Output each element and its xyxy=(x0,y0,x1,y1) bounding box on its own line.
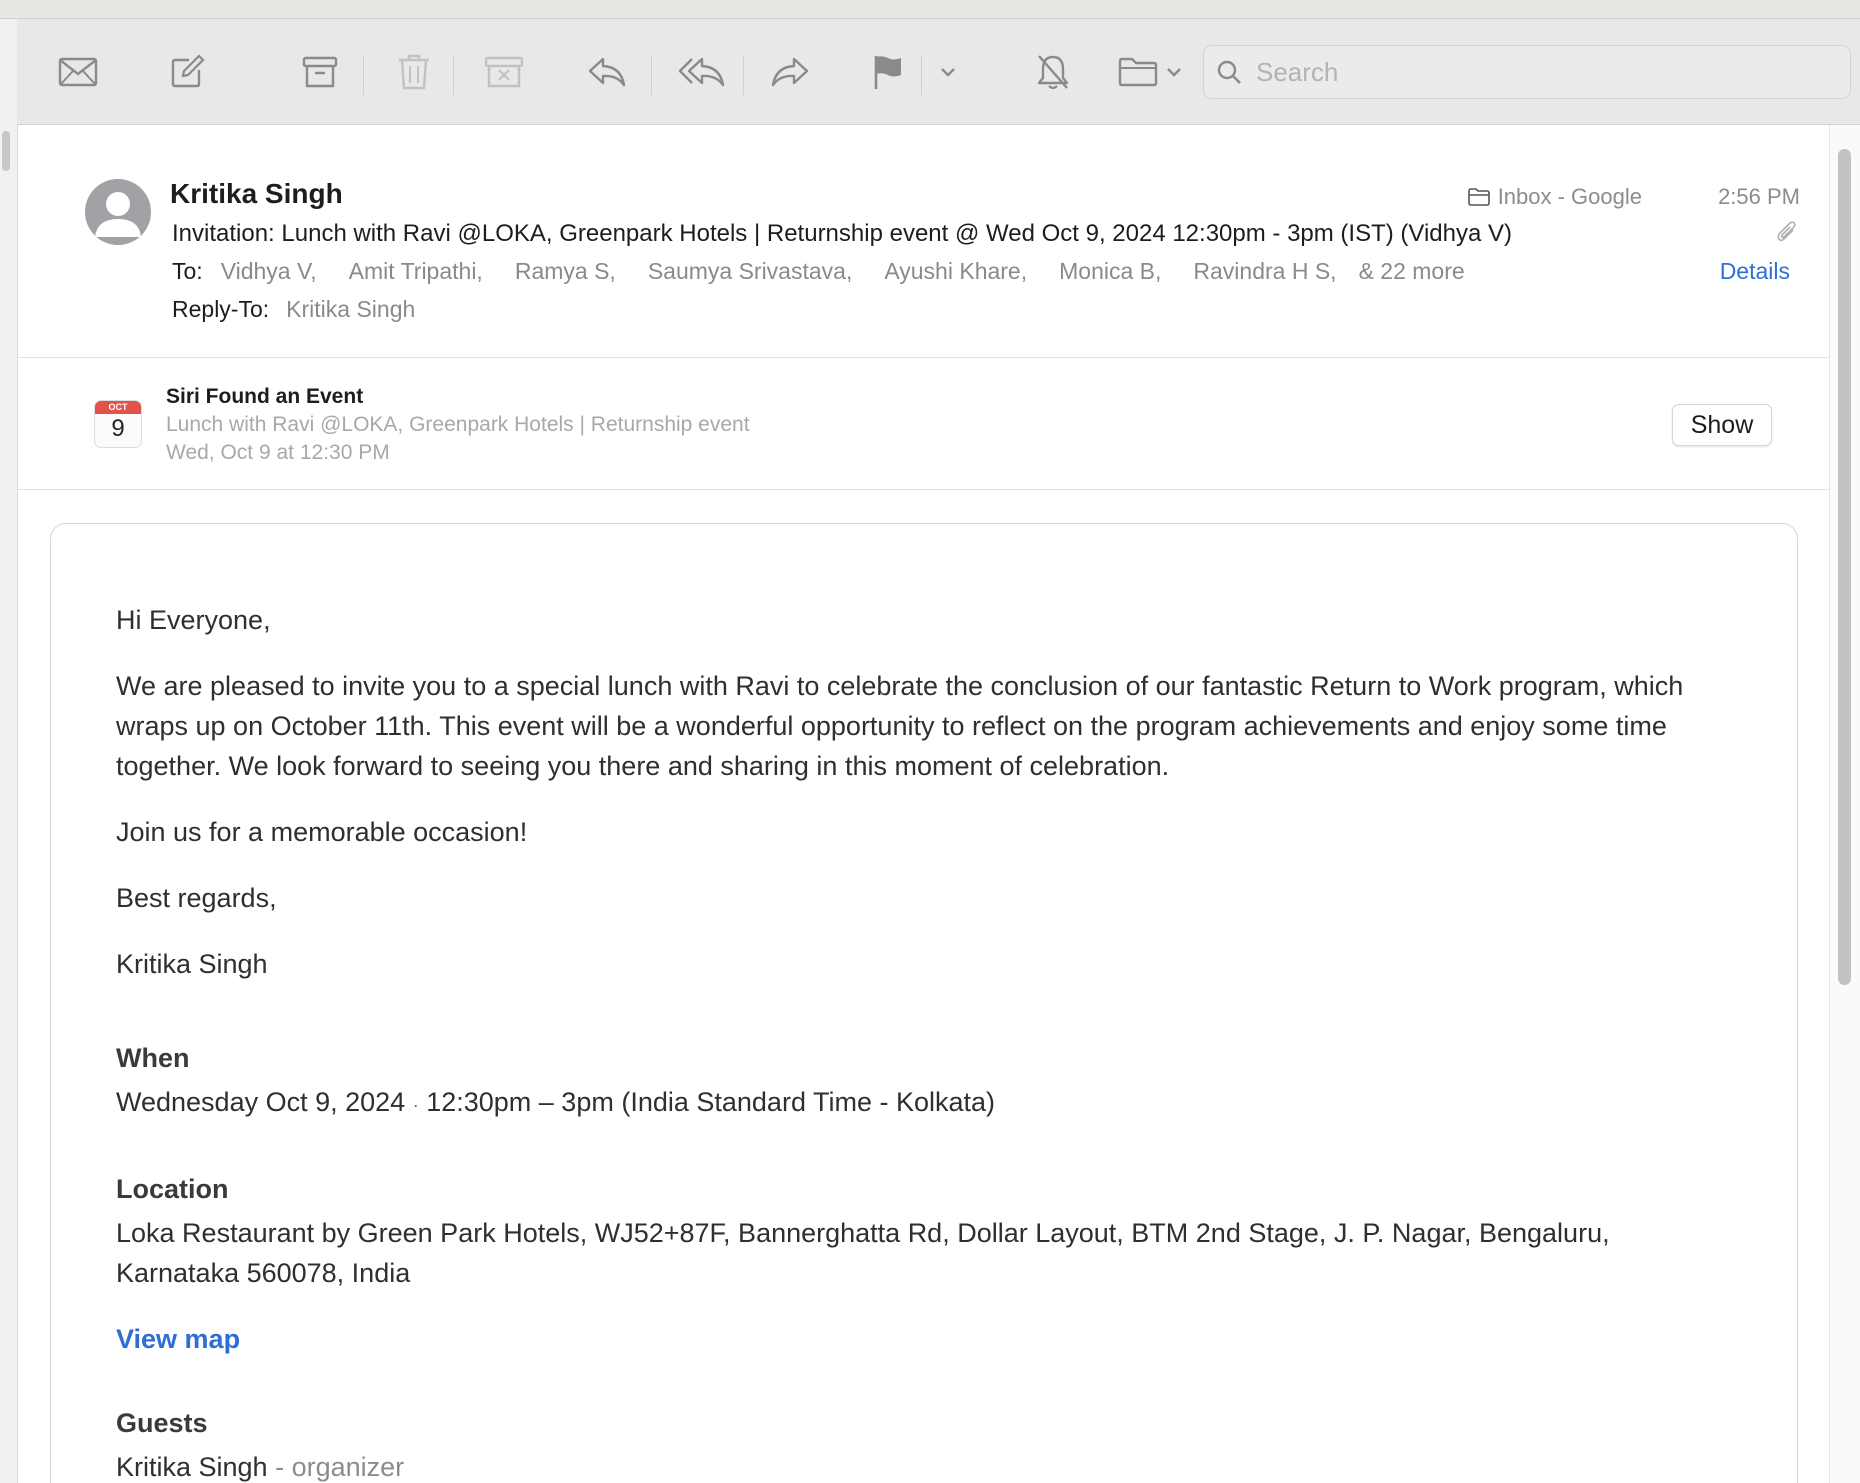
recipient[interactable]: Amit Tripathi, xyxy=(349,258,483,285)
compose-icon xyxy=(171,54,205,88)
mailbox-name: Inbox - Google xyxy=(1497,184,1642,209)
message-body: Hi Everyone, We are pleased to invite yo… xyxy=(50,523,1798,1483)
flag-button[interactable] xyxy=(863,47,913,97)
chevron-down-icon xyxy=(941,68,955,77)
details-link[interactable]: Details xyxy=(1720,258,1790,285)
to-label: To: xyxy=(172,258,203,284)
greeting: Hi Everyone, xyxy=(116,605,271,635)
flag-icon xyxy=(874,56,901,89)
recipient[interactable]: Monica B, xyxy=(1059,258,1161,285)
mailbox-label: Inbox - Google xyxy=(1467,184,1642,210)
siri-event-name: Lunch with Ravi @LOKA, Greenpark Hotels … xyxy=(166,413,750,436)
reply-to-line: Reply-To: Kritika Singh xyxy=(172,296,415,323)
recipient[interactable]: Ayushi Khare, xyxy=(884,258,1027,285)
reply-to-label: Reply-To: xyxy=(172,296,270,322)
when-time: 12:30pm – 3pm (India Standard Time - Kol… xyxy=(426,1087,996,1117)
recipient[interactable]: Ravindra H S, xyxy=(1193,258,1336,285)
message-scrollbar[interactable] xyxy=(1829,125,1860,1483)
body-paragraph: We are pleased to invite you to a specia… xyxy=(116,671,1684,781)
forward-button[interactable] xyxy=(765,47,815,97)
reply-arrow-icon xyxy=(588,57,626,87)
chevron-down-icon xyxy=(1167,68,1181,77)
toolbar-separator xyxy=(921,55,922,95)
calendar-day: 9 xyxy=(111,415,125,442)
when-separator: · xyxy=(412,1095,419,1115)
recipient[interactable]: Ramya S, xyxy=(515,258,616,285)
toolbar-separator xyxy=(651,55,652,95)
avatar xyxy=(85,179,151,245)
reply-to-address[interactable]: Kritika Singh xyxy=(286,296,415,323)
bell-slash-icon xyxy=(1037,55,1069,90)
flag-menu-button[interactable] xyxy=(933,47,963,97)
guests-heading: Guests xyxy=(116,1408,208,1438)
person-icon xyxy=(95,192,141,237)
archive-button[interactable] xyxy=(295,47,345,97)
calendar-month: OCT xyxy=(95,401,141,414)
search-icon xyxy=(1217,60,1241,84)
recipient[interactable]: Vidhya V, xyxy=(221,258,317,285)
toolbar-separator xyxy=(363,55,364,95)
reply-all-button[interactable] xyxy=(672,47,732,97)
folder-icon xyxy=(1467,188,1490,206)
message-time: 2:56 PM xyxy=(1718,184,1800,209)
location-heading: Location xyxy=(116,1174,229,1204)
guest-entry: Kritika Singh - organizer xyxy=(116,1447,1696,1483)
show-button[interactable]: Show xyxy=(1672,404,1772,446)
message-header: Kritika Singh Inbox - Google 2:56 PM Inv… xyxy=(17,124,1830,358)
join-line: Join us for a memorable occasion! xyxy=(116,817,528,847)
search-field[interactable] xyxy=(1203,45,1851,99)
archive-box-icon xyxy=(302,56,338,88)
forward-arrow-icon xyxy=(771,57,809,87)
regards-line: Best regards, xyxy=(116,883,277,913)
message-subject: Invitation: Lunch with Ravi @LOKA, Green… xyxy=(172,220,1513,247)
junk-box-icon xyxy=(484,56,524,88)
calendar-icon: OCT 9 xyxy=(95,401,141,447)
view-map-link[interactable]: View map xyxy=(116,1319,1696,1359)
signature: Kritika Singh xyxy=(116,949,268,979)
mute-button[interactable] xyxy=(1028,47,1078,97)
compose-button[interactable] xyxy=(162,47,212,97)
when-heading: When xyxy=(116,1043,190,1073)
to-line: To: Vidhya V, Amit Tripathi, Ramya S, Sa… xyxy=(172,258,1497,285)
reply-all-arrow-icon xyxy=(678,57,725,87)
junk-button[interactable] xyxy=(479,47,529,97)
list-scroll-knob[interactable] xyxy=(2,131,10,171)
search-input[interactable] xyxy=(1254,55,1818,89)
guest-role: - organizer xyxy=(275,1452,405,1482)
message-list-edge xyxy=(0,19,18,1483)
siri-event-time: Wed, Oct 9 at 12:30 PM xyxy=(166,441,390,464)
toolbar-separator xyxy=(453,55,454,95)
when-value: Wednesday Oct 9, 2024 · 12:30pm – 3pm (I… xyxy=(116,1082,1696,1125)
toolbar-separator xyxy=(743,55,744,95)
trash-icon xyxy=(399,54,429,90)
envelope-icon xyxy=(58,57,98,87)
delete-button[interactable] xyxy=(389,47,439,97)
mail-window: Kritika Singh Inbox - Google 2:56 PM Inv… xyxy=(0,18,1860,1483)
message-body-text: Hi Everyone, We are pleased to invite yo… xyxy=(116,600,1696,1483)
reply-button[interactable] xyxy=(582,47,632,97)
siri-title: Siri Found an Event xyxy=(166,385,364,408)
scrollbar-thumb[interactable] xyxy=(1838,149,1851,985)
folder-icon xyxy=(1118,57,1158,87)
get-mail-button[interactable] xyxy=(53,47,103,97)
siri-suggestion-banner: OCT 9 Siri Found an Event Lunch with Rav… xyxy=(17,358,1830,490)
when-date: Wednesday Oct 9, 2024 xyxy=(116,1087,406,1117)
location-value: Loka Restaurant by Green Park Hotels, WJ… xyxy=(116,1218,1610,1288)
move-button[interactable] xyxy=(1110,47,1190,97)
more-recipients-link[interactable]: & 22 more xyxy=(1359,258,1465,285)
recipient[interactable]: Saumya Srivastava, xyxy=(648,258,853,285)
toolbar xyxy=(17,19,1860,125)
attachment-icon[interactable] xyxy=(1776,220,1798,249)
guest-name[interactable]: Kritika Singh xyxy=(116,1452,268,1482)
sender-name: Kritika Singh xyxy=(170,178,343,209)
